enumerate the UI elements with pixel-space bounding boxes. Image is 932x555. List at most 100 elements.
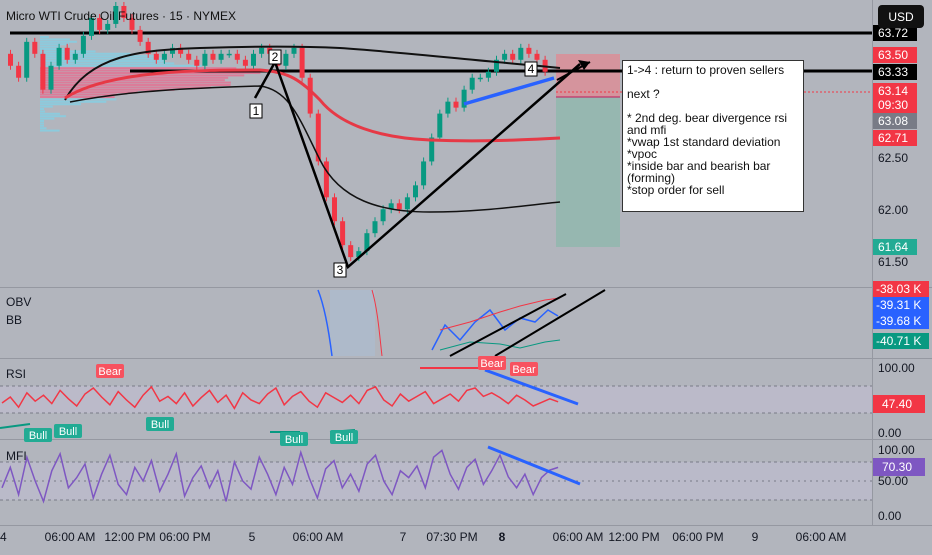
candle-body <box>380 209 386 222</box>
candle-body <box>48 65 54 90</box>
time-tick: 9 <box>752 530 759 544</box>
candle-body <box>218 53 224 60</box>
price-badge-text: 63.08 <box>878 114 908 128</box>
candle-body <box>56 47 62 66</box>
obv-title: OBV <box>6 295 31 309</box>
time-tick: 07:30 PM <box>426 530 477 544</box>
obv-badge: -38.03 K <box>873 281 929 297</box>
candle-body <box>32 41 38 54</box>
candle-body <box>259 47 265 54</box>
candle-body <box>210 53 216 60</box>
time-tick: 5 <box>249 530 256 544</box>
volume-profile-bar <box>40 40 77 43</box>
rsi-tick: 100.00 <box>878 361 915 375</box>
candle-body <box>291 47 297 54</box>
candle-body <box>251 53 256 66</box>
time-tick: 06:00 AM <box>293 530 344 544</box>
price-badge: 63.50 <box>873 47 917 63</box>
price-badge-text: 63.50 <box>878 48 908 62</box>
obv-badge-text: -38.03 K <box>876 282 921 296</box>
volume-profile-bar <box>40 112 60 115</box>
volume-profile-bar <box>40 93 118 96</box>
price-badge: 61.64 <box>873 239 917 255</box>
candle-body <box>307 77 313 114</box>
candle-body <box>186 53 192 60</box>
obv-badges: -38.03 K -39.31 K -39.68 K -40.71 K <box>873 281 929 349</box>
signal-text: Bear <box>98 366 122 378</box>
candle-body <box>372 221 378 234</box>
price-badge-text: 62.71 <box>878 131 908 145</box>
wave-label-3[interactable]: 3 <box>333 262 347 278</box>
mfi-tick: 0.00 <box>878 509 902 523</box>
bull-signal-label: Bull <box>330 430 358 444</box>
candle-body <box>404 197 410 210</box>
candle-body <box>202 53 208 66</box>
volume-profile-bar <box>40 45 61 48</box>
candle-body <box>299 47 305 78</box>
candle-body <box>413 185 418 198</box>
short-position-tool[interactable] <box>556 54 620 247</box>
volume-profile-bar <box>40 108 44 110</box>
time-tick: 06:00 AM <box>796 530 847 544</box>
chart-stage: 1 2 3 4 62.50 62.00 61.50 63.72 63.50 63.3… <box>0 0 932 550</box>
candle-body <box>510 53 516 60</box>
volume-profile-bar <box>40 67 237 70</box>
volume-profile-bar <box>40 86 211 89</box>
candle-body <box>283 53 289 66</box>
candle-body <box>340 221 346 246</box>
price-badge-text: 09:30 <box>878 98 908 112</box>
wave-label-2[interactable]: 2 <box>268 49 282 65</box>
candle-body <box>80 35 86 54</box>
volume-profile-bar <box>40 64 202 67</box>
price-badge: 63.14 <box>873 83 917 99</box>
signal-text: Bear <box>512 364 536 376</box>
price-badge: 09:30 <box>873 97 917 113</box>
signal-text: Bull <box>335 432 353 444</box>
candle-body <box>332 197 337 222</box>
rsi-title: RSI <box>6 367 26 381</box>
bear-signal-label: Bear <box>510 362 538 376</box>
mfi-title: MFI <box>6 449 27 463</box>
bull-signal-label: Bull <box>280 432 308 446</box>
note-line: *inside bar and bearish bar (forming) <box>627 159 774 185</box>
candle-body <box>8 53 13 66</box>
candle-body <box>502 53 508 60</box>
obv-badge-text: -40.71 K <box>876 334 921 348</box>
rsi-band <box>0 386 872 413</box>
signal-text: Bull <box>285 434 303 446</box>
candle-body <box>24 41 30 78</box>
currency-button[interactable]: USD <box>878 5 924 28</box>
candle-body <box>323 161 329 198</box>
candle-body <box>348 245 354 258</box>
mfi-value-text: 70.30 <box>882 460 912 474</box>
time-tick: 7 <box>400 530 407 544</box>
note-line: 1->4 : return to proven sellers <box>627 63 785 77</box>
candle-body <box>477 77 483 80</box>
obv-badge-text: -39.68 K <box>876 314 921 328</box>
wave-label-4[interactable]: 4 <box>524 61 538 77</box>
note-box[interactable]: 1->4 : return to proven sellers ​ next ?… <box>622 60 804 212</box>
volume-profile-bar <box>40 117 55 120</box>
candle-body <box>153 53 159 60</box>
volume-profile-bar <box>40 127 47 130</box>
mfi-tick: 100.00 <box>878 443 915 457</box>
rsi-value-text: 47.40 <box>882 397 912 411</box>
volume-profile-bar <box>40 115 66 118</box>
time-tick: 12:00 PM <box>104 530 155 544</box>
volume-profile-bar <box>40 110 45 113</box>
price-badge-text: 63.33 <box>878 65 908 79</box>
time-axis[interactable]: 4 06:00 AM 12:00 PM 06:00 PM 5 06:00 AM 7 07:30… <box>0 530 846 544</box>
volume-profile-bar <box>40 91 138 94</box>
volume-profile-bar <box>40 81 231 84</box>
bb-fill <box>330 290 375 356</box>
wave-label-1[interactable]: 1 <box>249 103 263 119</box>
mfi-tick: 50.00 <box>878 474 908 488</box>
candle-body <box>137 29 143 42</box>
candle-body <box>161 53 167 60</box>
obv-badge-text: -39.31 K <box>876 298 921 312</box>
candle-body <box>437 113 443 138</box>
price-badges: 63.72 63.50 63.33 63.1409:30 63.08 62.71 61.64 <box>873 25 917 255</box>
bear-signal-label: Bear <box>96 364 124 378</box>
price-badge: 63.33 <box>873 64 917 80</box>
bull-signal-label: Bull <box>54 424 82 438</box>
